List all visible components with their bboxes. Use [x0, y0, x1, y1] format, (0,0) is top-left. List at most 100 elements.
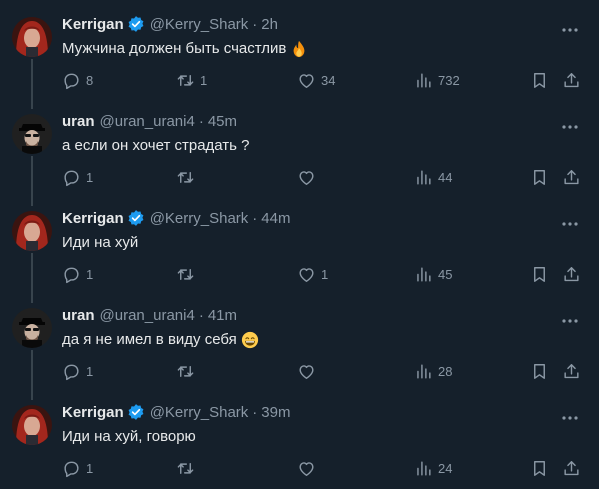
dot-separator: · [198, 112, 204, 130]
share-icon [564, 72, 579, 87]
tweet-header: uran @uran_urani4 · 41m [62, 305, 237, 325]
share-button[interactable] [562, 359, 581, 383]
like-button[interactable]: 1 [297, 262, 328, 286]
avatar-kerrigan[interactable] [12, 405, 52, 445]
more-options-icon[interactable] [561, 408, 579, 420]
views-icon [417, 363, 431, 379]
share-icon [564, 460, 579, 475]
display-name[interactable]: uran [62, 113, 95, 130]
view-count: 24 [438, 460, 453, 476]
view-count: 732 [438, 72, 460, 88]
share-icon [564, 266, 579, 281]
share-button[interactable] [562, 68, 581, 92]
bookmark-icon [534, 266, 545, 282]
dot-separator: · [252, 15, 258, 33]
display-name[interactable]: uran [62, 307, 95, 324]
timestamp[interactable]: 44m [261, 210, 290, 227]
bookmark-button[interactable] [530, 359, 549, 383]
views-button[interactable]: 28 [414, 359, 452, 383]
dot-separator: · [198, 306, 204, 324]
bookmark-icon [534, 363, 545, 379]
heart-icon [299, 461, 314, 476]
tweet[interactable]: Kerrigan @Kerry_Shark · 2h Мужчина долже… [0, 0, 599, 97]
timestamp[interactable]: 39m [261, 404, 290, 421]
like-button[interactable]: 34 [297, 68, 335, 92]
reply-button[interactable]: 1 [62, 262, 93, 286]
retweet-icon [177, 365, 194, 377]
views-button[interactable]: 45 [414, 262, 452, 286]
user-handle[interactable]: @Kerry_Shark [150, 16, 249, 33]
reply-icon [64, 267, 79, 283]
retweet-count: 1 [200, 72, 208, 88]
tweet-text-content: Мужчина должен быть счастлив [62, 40, 287, 57]
share-button[interactable] [562, 165, 581, 189]
more-options-icon[interactable] [561, 117, 579, 129]
bookmark-button[interactable] [530, 68, 549, 92]
reply-count: 1 [86, 169, 94, 185]
tweet[interactable]: uran @uran_urani4 · 45m а если он хочет … [0, 97, 599, 194]
share-button[interactable] [562, 456, 581, 480]
views-button[interactable]: 44 [414, 165, 452, 189]
more-options-icon[interactable] [561, 214, 579, 226]
tweet[interactable]: uran @uran_urani4 · 41m да я не имел в в… [0, 291, 599, 388]
retweet-button[interactable] [176, 359, 200, 383]
views-button[interactable]: 24 [414, 456, 452, 480]
display-name[interactable]: Kerrigan [62, 16, 124, 33]
like-button[interactable] [297, 456, 321, 480]
tweet[interactable]: Kerrigan @Kerry_Shark · 39m Иди на хуй, … [0, 388, 599, 485]
user-handle[interactable]: @uran_urani4 [100, 307, 195, 324]
reply-button[interactable]: 1 [62, 359, 93, 383]
view-count: 44 [438, 169, 453, 185]
bookmark-button[interactable] [530, 165, 549, 189]
retweet-button[interactable]: 1 [176, 68, 207, 92]
tweet-text-content: Иди на хуй [62, 234, 139, 251]
tweet[interactable]: Kerrigan @Kerry_Shark · 44m Иди на хуй 1 [0, 194, 599, 291]
views-icon [417, 460, 431, 476]
conversation-thread: Kerrigan @Kerry_Shark · 2h Мужчина долже… [0, 0, 599, 489]
like-count: 1 [321, 266, 329, 282]
like-button[interactable] [297, 165, 321, 189]
retweet-button[interactable] [176, 456, 200, 480]
verified-badge-icon [127, 209, 145, 227]
avatar-kerrigan[interactable] [12, 17, 52, 57]
fire-icon [290, 40, 308, 58]
avatar-uran[interactable] [12, 308, 52, 348]
tweet-header: Kerrigan @Kerry_Shark · 39m [62, 402, 290, 422]
reply-button[interactable]: 1 [62, 165, 93, 189]
views-icon [417, 169, 431, 185]
heart-icon [299, 267, 314, 282]
bookmark-button[interactable] [530, 262, 549, 286]
user-handle[interactable]: @Kerry_Shark [150, 404, 249, 421]
timestamp[interactable]: 2h [261, 16, 278, 33]
views-button[interactable]: 732 [414, 68, 460, 92]
bookmark-button[interactable] [530, 456, 549, 480]
bookmark-icon [534, 72, 545, 88]
dot-separator: · [252, 209, 258, 227]
reply-icon [64, 364, 79, 380]
display-name[interactable]: Kerrigan [62, 210, 124, 227]
tweet-actions: 1 1 45 [0, 262, 599, 286]
dot-separator: · [252, 403, 258, 421]
like-button[interactable] [297, 359, 321, 383]
avatar-uran[interactable] [12, 114, 52, 154]
reply-button[interactable]: 8 [62, 68, 93, 92]
timestamp[interactable]: 41m [208, 307, 237, 324]
view-count: 45 [438, 266, 453, 282]
retweet-button[interactable] [176, 262, 200, 286]
bookmark-icon [534, 169, 545, 185]
retweet-button[interactable] [176, 165, 200, 189]
heart-icon [299, 170, 314, 185]
user-handle[interactable]: @Kerry_Shark [150, 210, 249, 227]
user-handle[interactable]: @uran_urani4 [100, 113, 195, 130]
share-button[interactable] [562, 262, 581, 286]
more-options-icon[interactable] [561, 20, 579, 32]
reply-icon [64, 73, 79, 89]
tweet-text-content: а если он хочет страдать ? [62, 137, 250, 154]
tweet-actions: 1 24 [0, 456, 599, 480]
timestamp[interactable]: 45m [208, 113, 237, 130]
reply-count: 8 [86, 72, 94, 88]
display-name[interactable]: Kerrigan [62, 404, 124, 421]
avatar-kerrigan[interactable] [12, 211, 52, 251]
reply-button[interactable]: 1 [62, 456, 93, 480]
more-options-icon[interactable] [561, 311, 579, 323]
